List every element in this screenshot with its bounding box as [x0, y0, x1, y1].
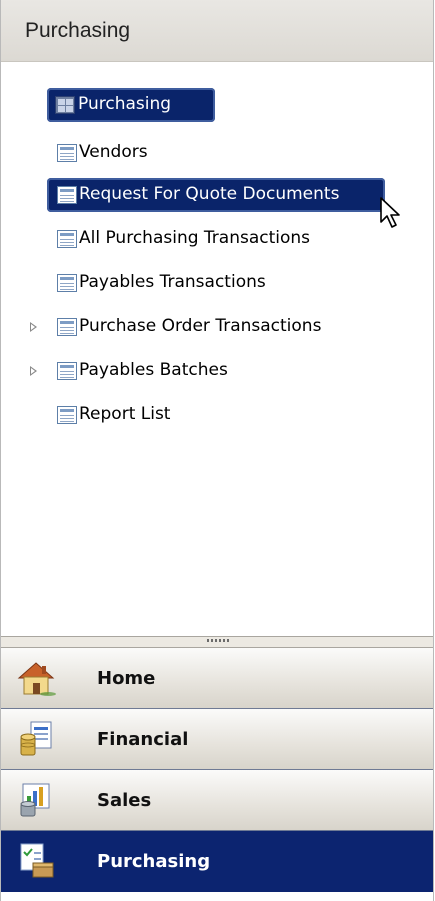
navigation-pane: Purchasing Purchasing Vendors Request Fo… [0, 0, 434, 901]
tree-item-label: Purchase Order Transactions [79, 316, 322, 336]
mouse-cursor-icon [380, 197, 400, 228]
sales-icon [20, 783, 50, 817]
nav-button-sales[interactable]: Sales [1, 770, 433, 831]
grip-dots-icon [207, 639, 231, 642]
tree-item-label: Vendors [79, 142, 148, 162]
list-icon [57, 144, 77, 162]
pane-title: Purchasing [25, 18, 131, 42]
list-icon [57, 406, 77, 424]
tree-item-label: Request For Quote Documents [79, 184, 340, 204]
tree-item-label: Report List [79, 404, 171, 424]
nav-button-label: Home [97, 668, 156, 689]
nav-button-label: Financial [97, 729, 189, 750]
tree-item-label: Purchasing [78, 94, 172, 114]
tree-item-label: All Purchasing Transactions [79, 228, 311, 248]
list-icon [57, 318, 77, 336]
pane-splitter[interactable] [1, 636, 433, 648]
tree-item-label: Payables Batches [79, 360, 228, 380]
grid-icon [55, 96, 75, 114]
nav-button-home[interactable]: Home [1, 648, 433, 709]
tree-item-request-for-quote-documents[interactable]: Request For Quote Documents [47, 178, 385, 212]
nav-button-label: Purchasing [97, 851, 211, 872]
expand-arrow-icon[interactable] [30, 322, 37, 332]
navigation-tree: Purchasing Vendors Request For Quote Doc… [1, 62, 433, 636]
list-icon [57, 186, 77, 204]
expand-arrow-icon[interactable] [30, 366, 37, 376]
tree-item-label: Payables Transactions [79, 272, 266, 292]
nav-button-financial[interactable]: Financial [1, 709, 433, 770]
list-icon [57, 274, 77, 292]
list-icon [57, 230, 77, 248]
pane-header: Purchasing [1, 0, 433, 62]
nav-button-label: Sales [97, 790, 152, 811]
list-icon [57, 362, 77, 380]
purchasing-icon [20, 843, 54, 878]
nav-button-purchasing[interactable]: Purchasing [1, 831, 433, 892]
tree-item-purchasing[interactable]: Purchasing [47, 88, 215, 122]
home-icon [17, 662, 56, 696]
financial-icon [20, 721, 52, 756]
